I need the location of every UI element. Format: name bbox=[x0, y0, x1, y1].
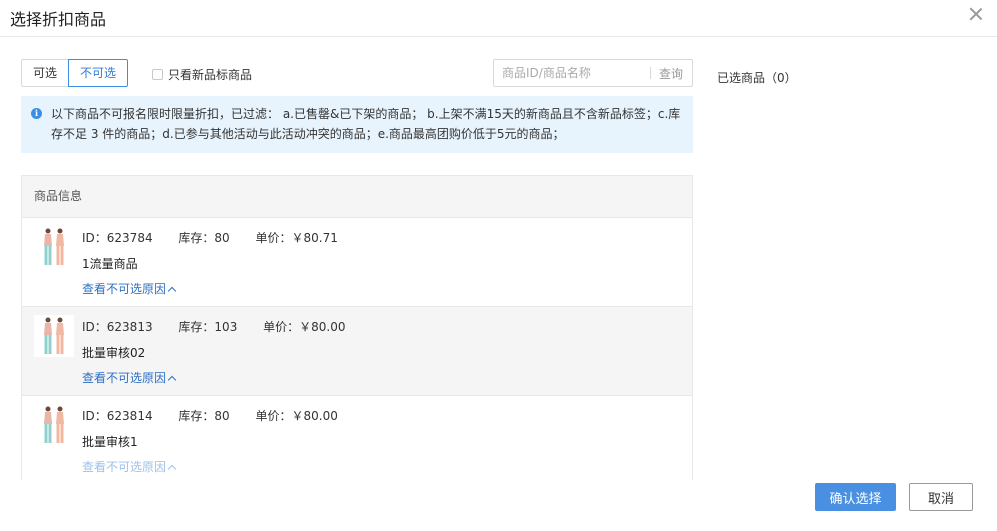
product-name: 批量审核02 bbox=[82, 346, 146, 360]
table-row: ID：623814 库存：80 单价：￥80.00 批量审核1 查看不可选原因 bbox=[22, 396, 692, 480]
view-reason-label: 查看不可选原因 bbox=[82, 371, 167, 385]
cancel-button[interactable]: 取消 bbox=[909, 483, 973, 511]
product-thumbnail bbox=[44, 228, 64, 265]
search-input[interactable] bbox=[494, 61, 644, 85]
select-discount-products-dialog: 选择折扣商品 可选 不可选 只看新品标商品 查询 i 以下商品不可报名限时限量折… bbox=[0, 0, 997, 531]
view-reason-label: 查看不可选原因 bbox=[82, 460, 167, 474]
filter-notice: i 以下商品不可报名限时限量折扣，已过滤： a.已售罄&已下架的商品； b.上架… bbox=[21, 96, 693, 153]
close-icon[interactable] bbox=[969, 7, 983, 21]
product-stock: 库存：103 bbox=[178, 320, 238, 334]
view-reason-label: 查看不可选原因 bbox=[82, 282, 167, 296]
product-meta: ID：623814 库存：80 单价：￥80.00 bbox=[82, 407, 360, 424]
chevron-up-icon bbox=[167, 375, 177, 385]
new-only-label: 只看新品标商品 bbox=[168, 68, 253, 82]
tab-unavailable[interactable]: 不可选 bbox=[68, 59, 129, 87]
notice-text: 以下商品不可报名限时限量折扣，已过滤： a.已售罄&已下架的商品； b.上架不满… bbox=[51, 107, 681, 141]
chevron-up-icon bbox=[167, 286, 177, 296]
product-id: ID：623813 bbox=[82, 320, 153, 334]
product-id: ID：623814 bbox=[82, 409, 153, 423]
confirm-button[interactable]: 确认选择 bbox=[815, 483, 896, 511]
product-price: 单价：￥80.71 bbox=[255, 231, 338, 245]
product-meta: ID：623813 库存：103 单价：￥80.00 bbox=[82, 318, 368, 335]
view-reason-link[interactable]: 查看不可选原因 bbox=[82, 458, 177, 475]
product-name: 1流量商品 bbox=[82, 257, 138, 271]
product-name: 批量审核1 bbox=[82, 435, 138, 449]
table-row: ID：623813 库存：103 单价：￥80.00 批量审核02 查看不可选原… bbox=[22, 307, 692, 396]
product-price: 单价：￥80.00 bbox=[255, 409, 338, 423]
dialog-title: 选择折扣商品 bbox=[10, 10, 107, 29]
product-thumbnail bbox=[34, 315, 74, 357]
new-only-checkbox[interactable] bbox=[152, 69, 163, 80]
product-stock: 库存：80 bbox=[178, 231, 230, 245]
view-reason-link[interactable]: 查看不可选原因 bbox=[82, 280, 177, 297]
product-price: 单价：￥80.00 bbox=[263, 320, 346, 334]
chevron-up-icon bbox=[167, 464, 177, 474]
product-stock: 库存：80 bbox=[178, 409, 230, 423]
info-icon: i bbox=[31, 108, 42, 119]
search-box: 查询 bbox=[493, 59, 693, 87]
view-reason-link[interactable]: 查看不可选原因 bbox=[82, 369, 177, 386]
product-table: 商品信息 ID：623784 库存：80 单价：￥80.71 1流量商品 查看不… bbox=[21, 175, 693, 480]
table-header: 商品信息 bbox=[22, 176, 692, 218]
tab-available[interactable]: 可选 bbox=[21, 59, 69, 87]
new-only-filter[interactable]: 只看新品标商品 bbox=[152, 66, 252, 83]
product-id: ID：623784 bbox=[82, 231, 153, 245]
dialog-header: 选择折扣商品 bbox=[0, 0, 997, 37]
product-thumbnail bbox=[44, 406, 64, 443]
availability-tabs: 可选 不可选 bbox=[21, 59, 129, 87]
search-button[interactable]: 查询 bbox=[651, 65, 683, 82]
selected-products-title: 已选商品（0） bbox=[717, 71, 797, 85]
product-meta: ID：623784 库存：80 单价：￥80.71 bbox=[82, 229, 360, 246]
table-row: ID：623784 库存：80 单价：￥80.71 1流量商品 查看不可选原因 bbox=[22, 218, 692, 307]
